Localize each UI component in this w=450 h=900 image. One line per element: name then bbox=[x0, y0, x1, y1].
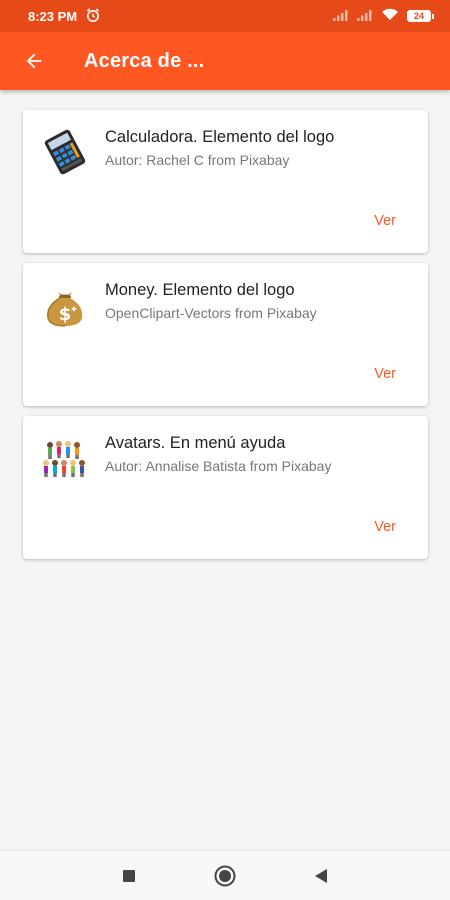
home-circle-icon bbox=[214, 865, 236, 886]
recents-button[interactable] bbox=[116, 863, 142, 889]
arrow-back-icon bbox=[26, 53, 42, 69]
back-triangle-icon bbox=[315, 868, 327, 883]
page-title: Acerca de ... bbox=[84, 49, 205, 72]
recents-square-icon bbox=[123, 869, 135, 882]
nav-back-button[interactable] bbox=[308, 863, 334, 889]
avatars-icon bbox=[39, 432, 91, 484]
system-nav-bar bbox=[0, 850, 450, 900]
status-time: 8:23 PM bbox=[28, 8, 78, 24]
credit-card-avatars: Avatars. En menú ayuda Autor: Annalise B… bbox=[23, 416, 428, 559]
battery-level: 24 bbox=[407, 10, 431, 22]
credit-author: Autor: Annalise Batista from Pixabay bbox=[105, 458, 332, 474]
status-bar: 8:23 PM 24 bbox=[0, 0, 450, 32]
credit-author: Autor: Rachel C from Pixabay bbox=[105, 152, 290, 168]
svg-text:$: $ bbox=[59, 304, 72, 325]
credit-author: OpenClipart-Vectors from Pixabay bbox=[105, 305, 317, 321]
signal-icon bbox=[333, 9, 349, 24]
view-button[interactable]: Ver bbox=[374, 519, 396, 535]
view-button[interactable]: Ver bbox=[374, 213, 396, 229]
app-bar: Acerca de ... bbox=[0, 32, 450, 90]
credit-card-money: $ Money. Elemento del logo OpenClipart-V… bbox=[23, 263, 428, 406]
view-button[interactable]: Ver bbox=[374, 366, 396, 382]
credit-title: Avatars. En menú ayuda bbox=[105, 434, 286, 452]
back-button[interactable] bbox=[14, 41, 54, 81]
calculator-icon bbox=[39, 126, 91, 178]
signal-icon bbox=[357, 9, 373, 24]
money-bag-icon: $ bbox=[39, 279, 91, 331]
credit-title: Money. Elemento del logo bbox=[105, 281, 295, 299]
home-button[interactable] bbox=[212, 863, 238, 889]
credit-title: Calculadora. Elemento del logo bbox=[105, 128, 335, 146]
battery-icon: 24 bbox=[407, 10, 434, 22]
credit-card-calculator: Calculadora. Elemento del logo Autor: Ra… bbox=[23, 110, 428, 253]
wifi-icon bbox=[381, 8, 399, 24]
alarm-icon bbox=[85, 7, 101, 26]
